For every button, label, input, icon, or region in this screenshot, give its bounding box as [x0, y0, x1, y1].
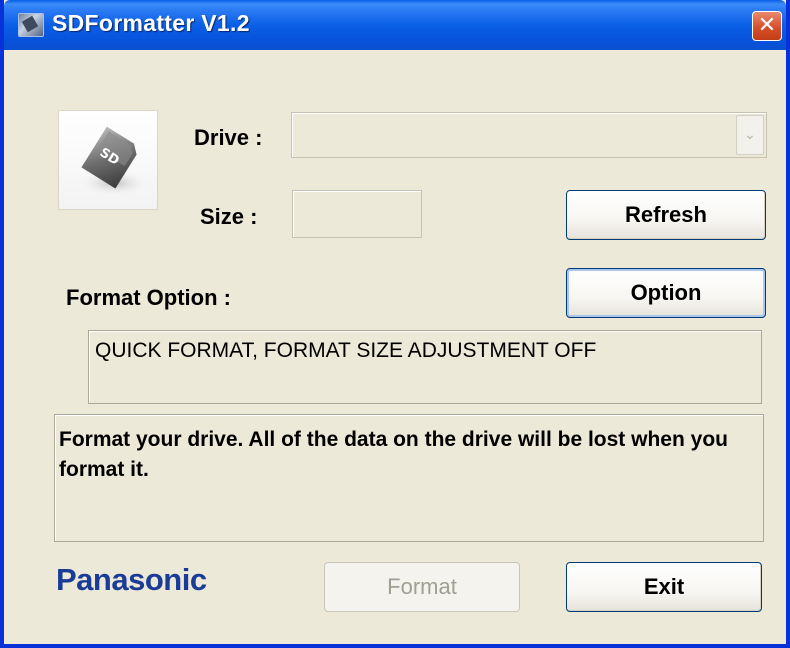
- format-button[interactable]: Format: [324, 562, 520, 612]
- window-title: SDFormatter V1.2: [52, 10, 250, 36]
- sd-card-icon: [18, 13, 44, 37]
- message-box: Format your drive. All of the data on th…: [54, 414, 764, 542]
- size-field: [292, 190, 422, 238]
- sdformatter-window: SDFormatter V1.2 ✕ SD Drive: ⌄ Size: R…: [0, 0, 790, 648]
- drive-select[interactable]: ⌄: [291, 112, 767, 158]
- format-option-label: Format Option :: [66, 285, 231, 310]
- size-label: Size :: [200, 204, 258, 229]
- title-bar[interactable]: SDFormatter V1.2 ✕: [4, 0, 786, 50]
- close-button[interactable]: ✕: [752, 11, 782, 41]
- format-option-display: QUICK FORMAT, FORMAT SIZE ADJUSTMENT OFF: [88, 330, 762, 404]
- panasonic-logo: Panasonic: [56, 562, 207, 597]
- exit-button[interactable]: Exit: [566, 562, 762, 612]
- sd-card-icon: SD: [76, 126, 152, 197]
- option-button[interactable]: Option: [566, 268, 766, 318]
- format-option-value: QUICK FORMAT, FORMAT SIZE ADJUSTMENT OFF: [95, 339, 597, 362]
- message-text: Format your drive. All of the data on th…: [59, 428, 728, 481]
- sd-card-image: SD: [58, 110, 158, 210]
- chevron-down-icon[interactable]: ⌄: [736, 115, 764, 155]
- drive-label: Drive :: [194, 125, 263, 150]
- refresh-button[interactable]: Refresh: [566, 190, 766, 240]
